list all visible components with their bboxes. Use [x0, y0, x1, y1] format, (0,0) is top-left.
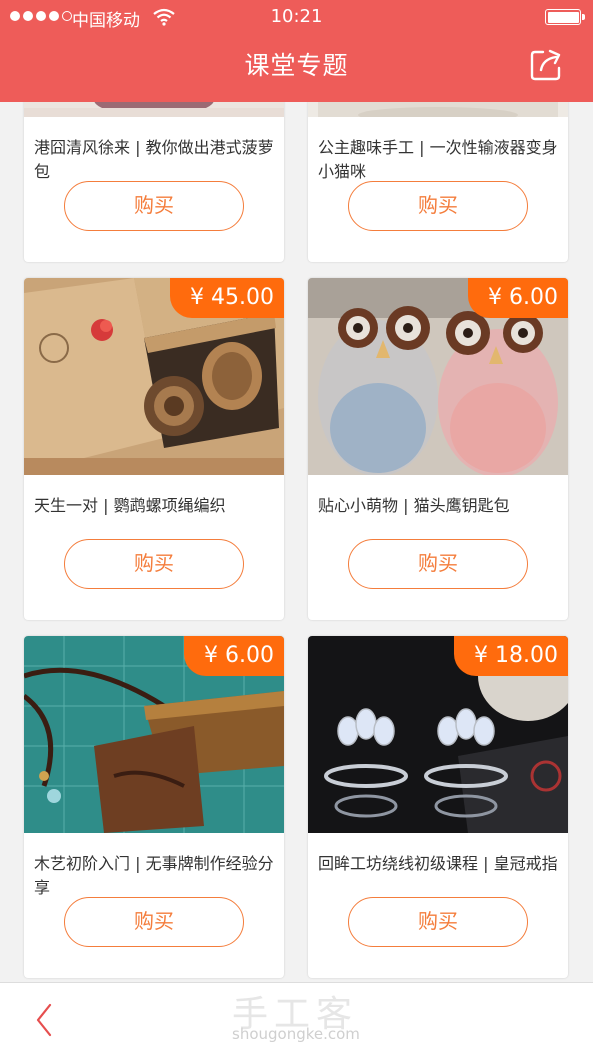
- bottom-toolbar: 手工客 shougongke.com: [0, 982, 593, 1054]
- watermark-url: shougongke.com: [232, 1025, 360, 1043]
- course-image: [308, 102, 568, 117]
- course-card[interactable]: 港囧清风徐来 | 教你做出港式菠萝包 购买: [24, 102, 284, 262]
- price-tag: ¥ 6.00: [184, 636, 284, 676]
- buy-button[interactable]: 购买: [348, 181, 528, 231]
- price-tag: ¥ 45.00: [170, 278, 284, 318]
- course-title: 公主趣味手工 | 一次性输液器变身小猫咪: [318, 138, 558, 181]
- buy-button[interactable]: 购买: [64, 539, 244, 589]
- course-card[interactable]: ¥ 45.00 天生一对 | 鹦鹉螺项绳编织 购买: [24, 278, 284, 620]
- course-title: 贴心小萌物 | 猫头鹰钥匙包: [318, 496, 510, 515]
- status-time: 10:21: [270, 6, 323, 27]
- buy-button[interactable]: 购买: [64, 897, 244, 947]
- course-list[interactable]: 港囧清风徐来 | 教你做出港式菠萝包 购买 公主趣味手工 | 一次性输液器变身小…: [0, 102, 593, 982]
- course-card[interactable]: ¥ 18.00 回眸工坊绕线初级课程 | 皇冠戒指 购买: [308, 636, 568, 978]
- course-title: 港囧清风徐来 | 教你做出港式菠萝包: [34, 138, 274, 181]
- price-tag: ¥ 18.00: [454, 636, 568, 676]
- course-card[interactable]: ¥ 6.00 木艺初阶入门 | 无事牌制作经验分享 购买: [24, 636, 284, 978]
- app-header: 中国移动 10:21 课堂专题: [0, 0, 593, 102]
- course-card[interactable]: ¥ 6.00 贴心小萌物 | 猫头鹰钥匙包 购买: [308, 278, 568, 620]
- course-title: 木艺初阶入门 | 无事牌制作经验分享: [34, 854, 274, 897]
- page-title: 课堂专题: [244, 51, 349, 80]
- course-title: 回眸工坊绕线初级课程 | 皇冠戒指: [318, 854, 558, 873]
- price-tag: ¥ 6.00: [468, 278, 568, 318]
- course-card[interactable]: 公主趣味手工 | 一次性输液器变身小猫咪 购买: [308, 102, 568, 262]
- battery-icon: [545, 9, 585, 25]
- status-bar: 中国移动 10:21: [0, 0, 593, 34]
- buy-button[interactable]: 购买: [348, 897, 528, 947]
- share-icon[interactable]: [529, 48, 563, 82]
- buy-button[interactable]: 购买: [348, 539, 528, 589]
- buy-button[interactable]: 购买: [64, 181, 244, 231]
- back-arrow-icon[interactable]: [34, 1003, 54, 1037]
- course-image: [24, 102, 284, 117]
- course-title: 天生一对 | 鹦鹉螺项绳编织: [34, 496, 226, 515]
